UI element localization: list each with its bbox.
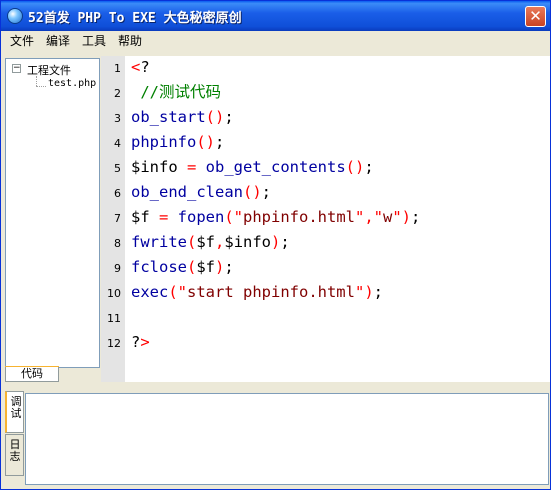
- code-token: exec: [131, 283, 169, 301]
- code-token: ;: [373, 283, 383, 301]
- code-token: ob_end_clean: [131, 183, 243, 201]
- code-token: fwrite: [131, 233, 187, 251]
- bottom-panel: 调试 日志: [5, 391, 549, 486]
- code-token: ;: [261, 183, 271, 201]
- line-number: 12: [107, 337, 121, 350]
- code-token: fopen: [177, 208, 225, 226]
- window-title: 52首发 PHP To EXE 大色秘密原创: [28, 11, 242, 26]
- code-token: "): [354, 283, 374, 301]
- code-token: //测试代码: [131, 83, 221, 101]
- code-token: phpinfo.html: [243, 208, 355, 226]
- menu-compile[interactable]: 编译: [46, 33, 70, 49]
- menu-tools[interactable]: 工具: [82, 33, 106, 49]
- line-number: 2: [114, 87, 121, 100]
- line-number: 6: [114, 187, 121, 200]
- menu-file[interactable]: 文件: [10, 33, 34, 49]
- tree-root-label: 工程文件: [27, 64, 71, 77]
- code-line: fwrite($f,$info);: [131, 232, 290, 252]
- line-number: 11: [107, 312, 121, 325]
- tab-log[interactable]: 日志: [5, 434, 24, 476]
- tab-log-label: 日志: [9, 438, 21, 463]
- code-token: ?: [131, 333, 141, 351]
- code-token: ;: [224, 108, 234, 126]
- menu-help[interactable]: 帮助: [118, 33, 142, 49]
- code-token: phpinfo: [131, 133, 197, 151]
- code-token: $f: [196, 258, 216, 276]
- code-token: ): [271, 233, 281, 251]
- code-token: fclose: [131, 258, 187, 276]
- code-token: ;: [280, 233, 290, 251]
- debug-output[interactable]: [25, 393, 549, 485]
- code-editor[interactable]: 1 2 3 4 5 6 7 8 9 10 11 12 <? //测试代码 ob_…: [101, 56, 550, 382]
- code-token: $f: [196, 233, 216, 251]
- code-line: ob_end_clean();: [131, 182, 271, 202]
- code-token: >: [140, 333, 150, 351]
- title-bar[interactable]: 52首发 PHP To EXE 大色秘密原创 ✕: [1, 1, 550, 31]
- code-token: ?: [140, 58, 150, 76]
- code-token: (): [242, 183, 262, 201]
- code-token: $info: [131, 158, 178, 176]
- app-window: 52首发 PHP To EXE 大色秘密原创 ✕ 文件 编译 工具 帮助 − 工…: [0, 0, 551, 490]
- code-line: phpinfo();: [131, 132, 224, 152]
- project-tree: − 工程文件 test.php: [5, 58, 100, 368]
- tree-connector: [36, 76, 37, 86]
- close-button[interactable]: ✕: [525, 6, 546, 27]
- code-line: exec("start phpinfo.html");: [131, 282, 383, 302]
- menu-bar: 文件 编译 工具 帮助: [1, 31, 550, 51]
- code-token: ;: [411, 208, 421, 226]
- code-line: $f = fopen("phpinfo.html","w");: [131, 207, 420, 227]
- code-token: =: [149, 208, 178, 226]
- code-token: (": [224, 208, 244, 226]
- code-token: ;: [364, 158, 374, 176]
- code-token: ;: [224, 258, 234, 276]
- line-number: 9: [114, 262, 121, 275]
- code-token: "): [392, 208, 412, 226]
- code-line: fclose($f);: [131, 257, 234, 277]
- code-token: $info: [224, 233, 272, 251]
- line-number: 4: [114, 137, 121, 150]
- code-token: (): [345, 158, 365, 176]
- code-token: (: [187, 233, 197, 251]
- tree-node-test-php[interactable]: test.php: [48, 78, 96, 89]
- app-icon: [7, 8, 23, 24]
- code-token: ob_get_contents: [205, 158, 346, 176]
- line-number: 7: [114, 212, 121, 225]
- code-line: <?: [131, 57, 150, 77]
- code-token: =: [177, 158, 206, 176]
- code-token: ob_start: [131, 108, 206, 126]
- tab-code[interactable]: 代码: [5, 367, 59, 382]
- code-token: $f: [131, 208, 150, 226]
- code-line: ?>: [131, 332, 150, 352]
- code-token: <: [131, 58, 141, 76]
- line-number: 10: [107, 287, 121, 300]
- code-token: (": [168, 283, 187, 301]
- code-token: w: [383, 208, 393, 226]
- code-line: $info = ob_get_contents();: [131, 157, 374, 177]
- tree-connector: [36, 86, 46, 87]
- code-line: ob_start();: [131, 107, 234, 127]
- code-token: (): [196, 133, 215, 151]
- tab-debug[interactable]: 调试: [5, 391, 24, 433]
- line-number: 1: [114, 62, 121, 75]
- code-token: ): [215, 258, 225, 276]
- code-token: ,: [215, 233, 225, 251]
- line-number: 8: [114, 237, 121, 250]
- code-token: start phpinfo.html: [187, 283, 355, 301]
- line-number-gutter: 1 2 3 4 5 6 7 8 9 10 11 12: [101, 56, 125, 382]
- tab-debug-label: 调试: [10, 395, 22, 420]
- line-number: 5: [114, 162, 121, 175]
- line-number: 3: [114, 112, 121, 125]
- code-token: (: [187, 258, 197, 276]
- code-token: ;: [215, 133, 225, 151]
- code-line: //测试代码: [131, 82, 221, 102]
- code-token: ",": [355, 208, 383, 226]
- code-token: (): [205, 108, 225, 126]
- close-icon: ✕: [529, 7, 542, 25]
- collapse-icon[interactable]: −: [12, 64, 21, 73]
